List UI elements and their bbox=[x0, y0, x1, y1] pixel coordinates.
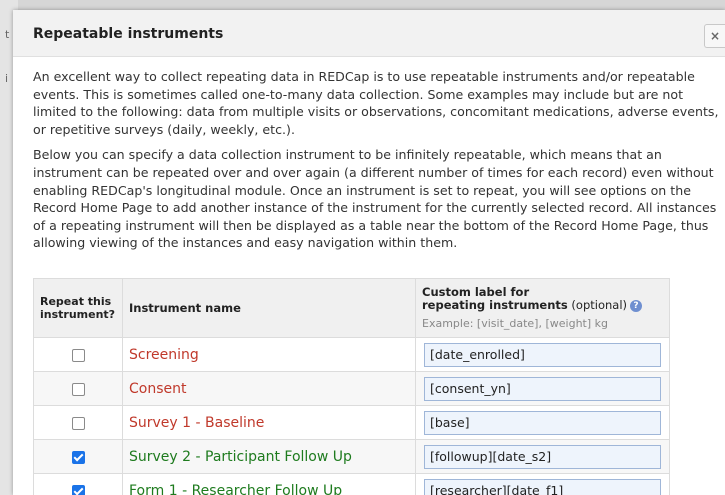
dialog-title: Repeatable instruments bbox=[33, 26, 224, 42]
instrument-name: Survey 2 - Participant Follow Up bbox=[129, 448, 352, 465]
instructions-paragraph: Below you can specify a data collection … bbox=[33, 147, 717, 251]
custom-label-cell bbox=[415, 337, 670, 372]
help-icon[interactable]: ? bbox=[630, 299, 643, 312]
dialog-titlebar: Repeatable instruments × bbox=[13, 10, 725, 57]
close-icon[interactable]: × bbox=[704, 24, 725, 48]
repeat-checkbox-cell bbox=[33, 439, 123, 474]
repeat-checkbox[interactable] bbox=[71, 348, 85, 362]
instrument-name: Screening bbox=[129, 346, 199, 363]
repeat-checkbox[interactable] bbox=[71, 416, 85, 430]
custom-label-cell bbox=[415, 371, 670, 406]
instrument-name: Survey 1 - Baseline bbox=[129, 414, 265, 431]
table-row: Survey 1 - Baseline bbox=[33, 405, 670, 440]
background-text-fragment: t bbox=[5, 28, 10, 41]
dialog-content: An excellent way to collect repeating da… bbox=[33, 68, 719, 260]
custom-label-cell bbox=[415, 473, 670, 495]
intro-paragraph: An excellent way to collect repeating da… bbox=[33, 69, 719, 137]
repeat-checkbox-cell bbox=[33, 371, 123, 406]
repeat-checkbox[interactable] bbox=[71, 450, 85, 464]
custom-label-cell bbox=[415, 405, 670, 440]
custom-label-input[interactable] bbox=[424, 478, 661, 495]
repeat-header-line1: Repeat this bbox=[40, 295, 112, 308]
custom-label-input[interactable] bbox=[424, 376, 661, 401]
instrument-name: Form 1 - Researcher Follow Up bbox=[129, 482, 343, 495]
custom-label-input[interactable] bbox=[424, 444, 661, 469]
table-header-row: Repeat this instrument? Instrument name … bbox=[33, 278, 670, 338]
label-header-optional: (optional) bbox=[567, 298, 628, 312]
repeat-header-line2: instrument? bbox=[40, 308, 116, 321]
label-header-line2: repeating instruments bbox=[422, 298, 568, 312]
repeat-checkbox-cell bbox=[33, 473, 123, 495]
table-row: Survey 2 - Participant Follow Up bbox=[33, 439, 670, 474]
instrument-name-cell: Form 1 - Researcher Follow Up bbox=[122, 473, 416, 495]
instrument-name-cell: Survey 2 - Participant Follow Up bbox=[122, 439, 416, 474]
instrument-name-cell: Screening bbox=[122, 337, 416, 372]
repeat-column-header: Repeat this instrument? bbox=[33, 278, 123, 338]
repeat-checkbox[interactable] bbox=[71, 484, 85, 495]
repeatable-instruments-dialog: Repeatable instruments × An excellent wa… bbox=[13, 10, 725, 495]
table-body: Screening Consent Survey 1 - Baseline bbox=[33, 337, 670, 495]
table-row: Consent bbox=[33, 371, 670, 406]
custom-label-input[interactable] bbox=[424, 342, 661, 367]
instrument-name-cell: Survey 1 - Baseline bbox=[122, 405, 416, 440]
custom-label-column-header: Custom label for repeating instruments (… bbox=[415, 278, 670, 338]
custom-label-cell bbox=[415, 439, 670, 474]
table-row: Form 1 - Researcher Follow Up bbox=[33, 473, 670, 495]
repeat-checkbox-cell bbox=[33, 337, 123, 372]
instrument-name: Consent bbox=[129, 380, 187, 397]
table-row: Screening bbox=[33, 337, 670, 372]
repeatable-instruments-table: Repeat this instrument? Instrument name … bbox=[33, 278, 670, 495]
instrument-name-cell: Consent bbox=[122, 371, 416, 406]
background-text-fragment: i bbox=[5, 72, 9, 85]
label-header-line1: Custom label for bbox=[422, 285, 530, 299]
custom-label-input[interactable] bbox=[424, 410, 661, 435]
repeat-checkbox[interactable] bbox=[71, 382, 85, 396]
label-example-text: Example: [visit_date], [weight] kg bbox=[422, 317, 608, 330]
instrument-name-column-header: Instrument name bbox=[122, 278, 416, 338]
repeat-checkbox-cell bbox=[33, 405, 123, 440]
